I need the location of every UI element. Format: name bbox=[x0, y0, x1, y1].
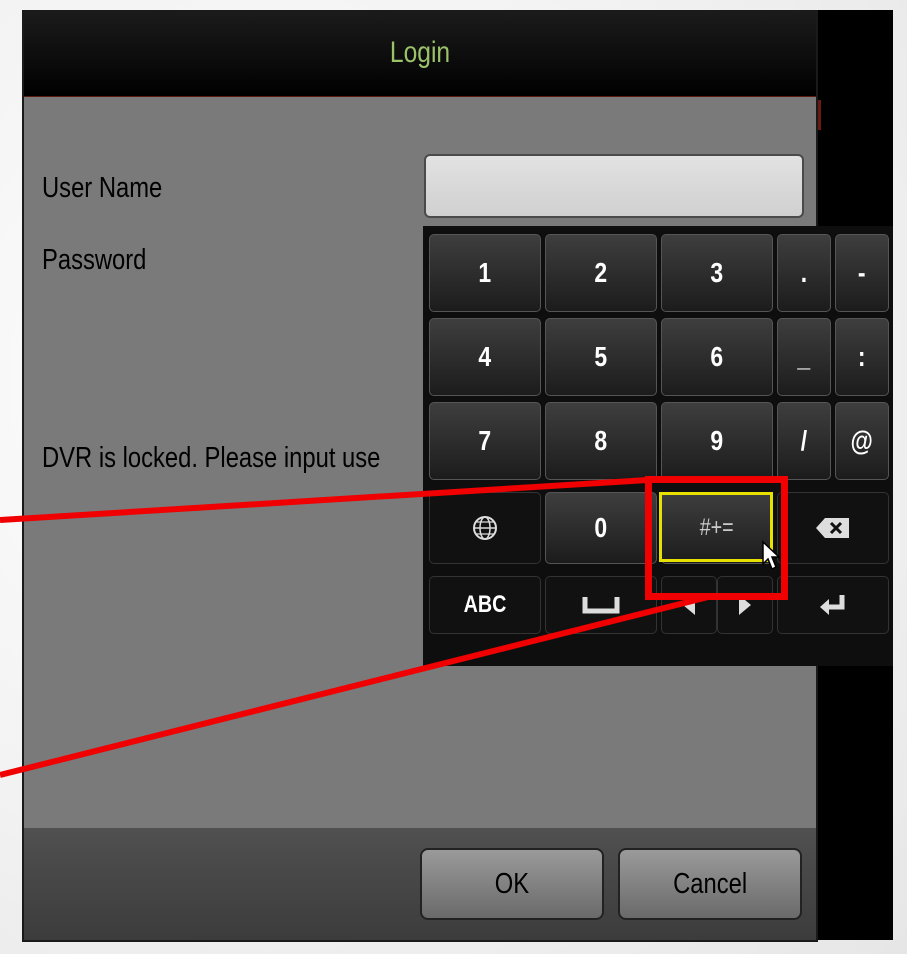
on-screen-keyboard: 1 2 3 . - 4 5 6 _ : 7 8 9 / @ 0 #+= ABC bbox=[423, 226, 893, 666]
key-8[interactable]: 8 bbox=[545, 402, 657, 480]
key-language[interactable] bbox=[429, 492, 541, 564]
dialog-footer: OK Cancel bbox=[24, 828, 816, 940]
space-icon bbox=[582, 597, 620, 614]
ok-button-label: OK bbox=[494, 868, 530, 900]
username-input[interactable] bbox=[424, 154, 804, 218]
key-backspace[interactable] bbox=[777, 492, 889, 564]
key-dash[interactable]: - bbox=[835, 234, 889, 312]
locked-message: DVR is locked. Please input use bbox=[42, 442, 381, 474]
username-label: User Name bbox=[42, 172, 163, 204]
backspace-icon bbox=[816, 518, 849, 538]
key-colon[interactable]: : bbox=[835, 318, 889, 396]
cancel-button-label: Cancel bbox=[672, 868, 748, 900]
key-at[interactable]: @ bbox=[835, 402, 889, 480]
annotation-highlight-box bbox=[645, 476, 788, 600]
key-0[interactable]: 0 bbox=[545, 492, 657, 564]
key-1[interactable]: 1 bbox=[429, 234, 541, 312]
key-slash[interactable]: / bbox=[777, 402, 831, 480]
globe-icon bbox=[473, 516, 497, 540]
key-space[interactable] bbox=[545, 576, 657, 634]
ok-button[interactable]: OK bbox=[420, 848, 604, 920]
key-abc[interactable]: ABC bbox=[429, 576, 541, 634]
cancel-button[interactable]: Cancel bbox=[618, 848, 802, 920]
key-enter[interactable] bbox=[777, 576, 889, 634]
password-label: Password bbox=[42, 244, 147, 276]
key-4[interactable]: 4 bbox=[429, 318, 541, 396]
dialog-title: Login bbox=[389, 36, 451, 69]
key-5[interactable]: 5 bbox=[545, 318, 657, 396]
key-6[interactable]: 6 bbox=[661, 318, 773, 396]
key-underscore[interactable]: _ bbox=[777, 318, 831, 396]
key-9[interactable]: 9 bbox=[661, 402, 773, 480]
enter-icon bbox=[820, 595, 845, 615]
dialog-titlebar: Login bbox=[24, 12, 816, 97]
key-3[interactable]: 3 bbox=[661, 234, 773, 312]
key-2[interactable]: 2 bbox=[545, 234, 657, 312]
key-period[interactable]: . bbox=[777, 234, 831, 312]
key-7[interactable]: 7 bbox=[429, 402, 541, 480]
